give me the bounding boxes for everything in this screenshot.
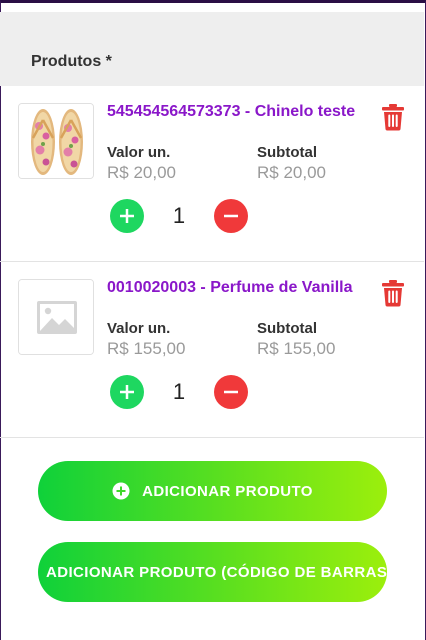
decrease-quantity-button[interactable] bbox=[214, 375, 248, 409]
unit-price-value: R$ 20,00 bbox=[107, 163, 176, 182]
product-title[interactable]: 545454564573373 - Chinelo teste bbox=[107, 103, 355, 121]
subtotal-label: Subtotal bbox=[257, 320, 317, 337]
trash-icon bbox=[382, 104, 404, 131]
add-product-barcode-button[interactable]: ADICIONAR PRODUTO (CÓDIGO DE BARRAS) bbox=[38, 542, 387, 602]
product-thumbnail[interactable] bbox=[18, 279, 94, 355]
subtotal-label: Subtotal bbox=[257, 144, 317, 161]
subtotal-value: R$ 20,00 bbox=[257, 163, 326, 182]
increase-quantity-button[interactable] bbox=[110, 199, 144, 233]
trash-icon bbox=[382, 280, 404, 307]
flip-flop-image bbox=[19, 104, 93, 178]
add-product-button-label: ADICIONAR PRODUTO bbox=[142, 482, 313, 500]
increase-quantity-button[interactable] bbox=[110, 375, 144, 409]
subtotal-value: R$ 155,00 bbox=[257, 339, 336, 358]
quantity-value: 1 bbox=[172, 203, 186, 228]
plus-icon bbox=[120, 209, 134, 223]
product-thumbnail[interactable] bbox=[18, 103, 94, 179]
image-placeholder-icon bbox=[19, 280, 93, 354]
delete-product-button[interactable] bbox=[380, 103, 406, 131]
unit-price-label: Valor un. bbox=[107, 320, 171, 337]
unit-price-value: R$ 155,00 bbox=[107, 339, 186, 358]
products-section-header bbox=[0, 12, 424, 86]
product-title[interactable]: 0010020003 - Perfume de Vanilla bbox=[107, 279, 352, 297]
minus-icon bbox=[224, 214, 238, 218]
plus-icon bbox=[120, 385, 134, 399]
product-list-item: 0010020003 - Perfume de Vanilla Valor un… bbox=[0, 262, 424, 438]
unit-price-label: Valor un. bbox=[107, 144, 171, 161]
quantity-value: 1 bbox=[172, 379, 186, 404]
decrease-quantity-button[interactable] bbox=[214, 199, 248, 233]
delete-product-button[interactable] bbox=[380, 279, 406, 307]
minus-icon bbox=[224, 390, 238, 394]
products-section-title: Produtos * bbox=[31, 53, 112, 70]
add-product-barcode-button-label: ADICIONAR PRODUTO (CÓDIGO DE BARRAS) bbox=[46, 563, 387, 581]
add-product-button[interactable]: ADICIONAR PRODUTO bbox=[38, 461, 387, 521]
product-list-item: 545454564573373 - Chinelo teste Valor un… bbox=[0, 86, 424, 262]
plus-circle-icon bbox=[112, 482, 130, 500]
